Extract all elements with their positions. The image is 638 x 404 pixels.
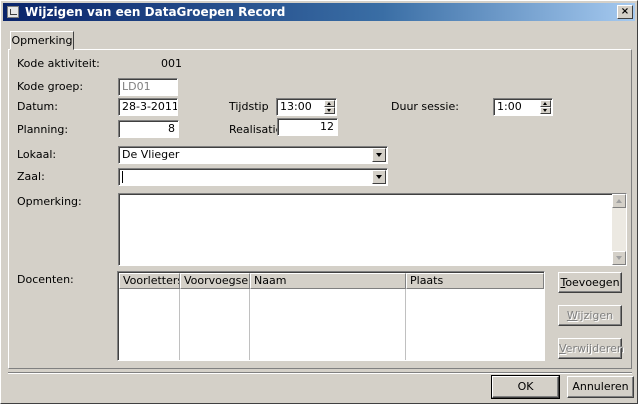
- close-button[interactable]: ×: [617, 5, 633, 19]
- vertical-scrollbar[interactable]: [612, 194, 626, 265]
- duur-sessie-label: Duur sessie:: [391, 100, 459, 113]
- datum-label: Datum:: [17, 100, 58, 113]
- column-header-voorletters[interactable]: Voorletters: [119, 273, 180, 289]
- kode-aktiviteit-label: Kode aktiviteit:: [17, 57, 100, 70]
- tijdstip-label: Tijdstip: [229, 100, 269, 113]
- spin-down-icon[interactable]: [324, 107, 335, 114]
- accelerator-key: W: [566, 309, 578, 322]
- column-header-plaats[interactable]: Plaats: [406, 273, 544, 289]
- realisatie-field[interactable]: 12: [277, 118, 338, 136]
- annuleren-button[interactable]: Annuleren: [567, 376, 634, 398]
- column-divider: [405, 289, 406, 360]
- button-label: ijzigen: [577, 309, 614, 322]
- window-title: Wijzigen van een DataGroepen Record: [25, 5, 286, 19]
- wijzigen-button[interactable]: Wijzigen: [558, 305, 622, 326]
- tijdstip-value: 13:00: [280, 100, 312, 113]
- title-bar[interactable]: Wijzigen van een DataGroepen Record ×: [3, 3, 635, 21]
- duur-sessie-spinner[interactable]: [540, 100, 551, 114]
- kode-groep-field: LD01: [118, 78, 178, 96]
- kode-aktiviteit-value: 001: [161, 57, 182, 70]
- button-label: erwijderen: [565, 342, 624, 355]
- kode-groep-label: Kode groep:: [17, 80, 84, 93]
- column-header-voorvoegsel[interactable]: Voorvoegsel: [180, 273, 250, 289]
- tijdstip-field[interactable]: 13:00: [276, 98, 337, 116]
- lokaal-value: De Vlieger: [122, 148, 180, 161]
- app-icon: [7, 6, 19, 18]
- footer-separator: [8, 372, 632, 374]
- duur-sessie-field[interactable]: 1:00: [493, 98, 553, 116]
- zaal-select[interactable]: [118, 168, 388, 186]
- verwijderen-button[interactable]: Verwijderen: [558, 338, 624, 359]
- toevoegen-button[interactable]: Toevoegen: [558, 272, 622, 293]
- lokaal-select[interactable]: De Vlieger: [118, 146, 388, 164]
- chevron-down-icon[interactable]: [372, 170, 386, 184]
- planning-field[interactable]: 8: [118, 120, 179, 138]
- column-header-naam[interactable]: Naam: [250, 273, 406, 289]
- scroll-down-icon[interactable]: [612, 251, 626, 265]
- column-divider: [179, 289, 180, 360]
- text-cursor: [122, 171, 123, 183]
- accelerator-key: V: [559, 342, 566, 355]
- planning-label: Planning:: [17, 123, 69, 136]
- chevron-down-icon[interactable]: [372, 148, 386, 162]
- tijdstip-spinner[interactable]: [324, 100, 335, 114]
- dialog-window: Wijzigen van een DataGroepen Record × Op…: [0, 0, 638, 404]
- datum-field[interactable]: 28-3-2011: [118, 98, 178, 116]
- duur-sessie-value: 1:00: [497, 100, 522, 113]
- button-label: oevoegen: [565, 276, 620, 289]
- opmerking-textarea[interactable]: [118, 193, 627, 266]
- spin-up-icon[interactable]: [540, 100, 551, 107]
- docenten-table[interactable]: Voorletters Voorvoegsel Naam Plaats: [117, 271, 545, 361]
- zaal-label: Zaal:: [17, 170, 45, 183]
- opmerking-label: Opmerking:: [17, 195, 82, 208]
- docenten-label: Docenten:: [17, 273, 74, 286]
- spin-down-icon[interactable]: [540, 107, 551, 114]
- column-divider: [249, 289, 250, 360]
- ok-button[interactable]: OK: [491, 375, 560, 399]
- spin-up-icon[interactable]: [324, 100, 335, 107]
- tab-opmerking[interactable]: Opmerking: [10, 31, 74, 50]
- scroll-up-icon[interactable]: [612, 194, 626, 208]
- lokaal-label: Lokaal:: [17, 148, 57, 161]
